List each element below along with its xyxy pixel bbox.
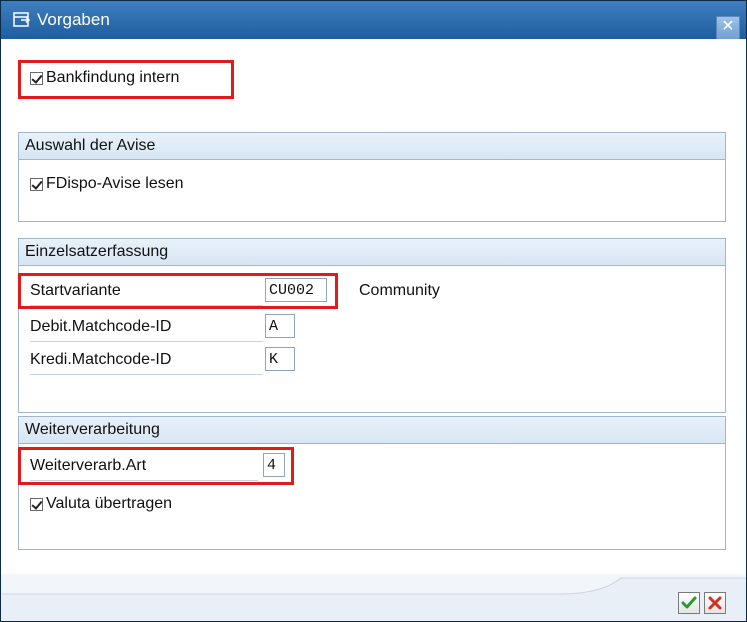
group-einzelsatz-header: Einzelsatzerfassung	[19, 239, 725, 266]
kredi-matchcode-underline	[30, 374, 263, 375]
valuta-label: Valuta übertragen	[46, 495, 173, 512]
group-weiter-header: Weiterverarbeitung	[19, 417, 725, 444]
close-icon: ✕	[721, 18, 735, 35]
bankfindung-checkbox-row[interactable]: Bankfindung intern	[30, 69, 179, 87]
confirm-button[interactable]	[678, 592, 700, 614]
startvariante-description: Community	[359, 282, 440, 299]
fdispo-label: FDispo-Avise lesen	[46, 175, 184, 192]
debit-matchcode-underline	[30, 341, 263, 342]
title-bar: Vorgaben ✕	[1, 1, 746, 40]
fdispo-checkbox-row[interactable]: FDispo-Avise lesen	[30, 175, 184, 193]
button-bar-curve	[1, 577, 746, 621]
debit-matchcode-input[interactable]: A	[265, 314, 295, 338]
close-button[interactable]: ✕	[716, 16, 740, 40]
weiterverarb-art-underline	[30, 480, 258, 481]
cancel-button[interactable]	[704, 592, 726, 614]
weiterverarb-art-label: Weiterverarb.Art	[30, 457, 147, 474]
weiterverarb-art-input[interactable]: 4	[263, 453, 285, 477]
group-avise-header: Auswahl der Avise	[19, 133, 725, 160]
dialog-window: Vorgaben ✕ Bankfindung intern Auswahl de…	[0, 0, 747, 622]
bankfindung-checkbox[interactable]	[30, 71, 43, 85]
startvariante-label: Startvariante	[30, 282, 121, 299]
valuta-checkbox[interactable]	[30, 497, 43, 511]
dialog-title: Vorgaben	[37, 10, 110, 29]
valuta-checkbox-row[interactable]: Valuta übertragen	[30, 495, 172, 513]
startvariante-input[interactable]: CU002	[265, 278, 327, 302]
green-check-icon	[681, 596, 697, 609]
kredi-matchcode-label: Kredi.Matchcode-ID	[30, 351, 172, 368]
fdispo-checkbox[interactable]	[30, 177, 43, 191]
dialog-content: Bankfindung intern Auswahl der Avise FDi…	[1, 39, 746, 621]
dialog-icon	[13, 12, 31, 27]
kredi-matchcode-input[interactable]: K	[265, 347, 295, 371]
red-x-icon	[708, 596, 722, 610]
bankfindung-label: Bankfindung intern	[46, 69, 180, 86]
startvariante-underline	[30, 305, 263, 306]
debit-matchcode-label: Debit.Matchcode-ID	[30, 318, 172, 335]
button-bar	[1, 574, 746, 621]
